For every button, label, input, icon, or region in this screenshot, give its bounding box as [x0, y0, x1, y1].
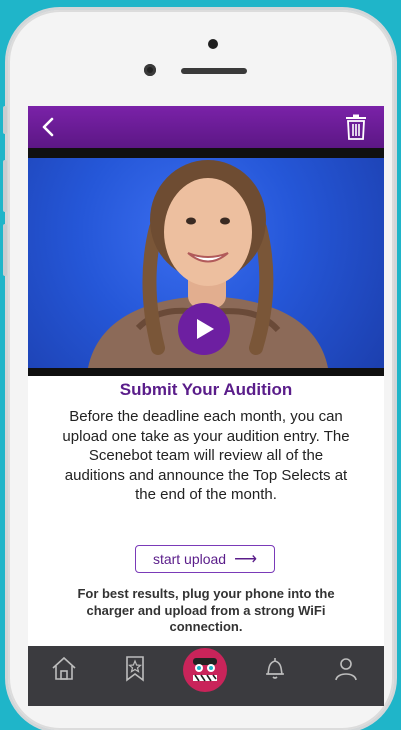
bookmark-star-icon[interactable]	[121, 654, 149, 682]
page-title: Submit Your Audition	[119, 380, 293, 399]
app-screen: Submit Your Audition Before the deadline…	[28, 106, 384, 706]
arrow-right-icon: ⟶	[234, 551, 258, 568]
scenebot-face-icon	[193, 658, 217, 682]
audition-video-player[interactable]	[28, 158, 384, 368]
scenebot-logo-icon[interactable]	[183, 648, 227, 692]
profile-icon[interactable]	[332, 654, 360, 682]
play-button[interactable]	[178, 303, 230, 355]
earpiece-speaker	[181, 68, 247, 74]
bell-icon[interactable]	[261, 654, 289, 682]
trash-icon[interactable]	[344, 114, 368, 140]
start-upload-button[interactable]: start upload ⟶	[135, 545, 275, 573]
home-icon[interactable]	[50, 654, 78, 682]
audition-description: Before the deadline each month, you can …	[62, 408, 350, 503]
volume-down-button	[3, 224, 7, 276]
upload-tip: For best results, plug your phone into t…	[77, 586, 335, 634]
mute-switch	[3, 106, 7, 134]
header-bar	[28, 106, 384, 148]
front-camera	[144, 64, 156, 76]
bottom-tab-bar	[28, 646, 384, 706]
sensor-dot	[208, 39, 218, 49]
upload-button-label: start upload	[152, 551, 227, 567]
chevron-left-icon[interactable]	[37, 115, 61, 139]
play-icon	[197, 319, 214, 339]
volume-up-button	[3, 160, 7, 212]
